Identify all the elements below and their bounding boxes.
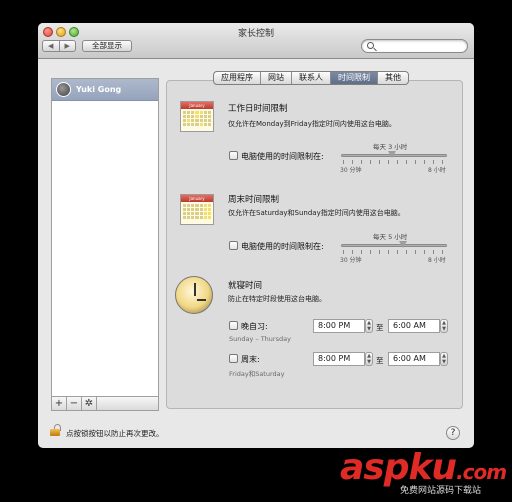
school-nights-days: Sunday – Thursday (229, 335, 291, 343)
weekend-bedtime-to-label: 至 (376, 356, 384, 365)
add-user-button[interactable]: + (52, 397, 67, 410)
school-nights-checkbox[interactable] (229, 321, 238, 330)
tab-bar: 应用程序 网站 联系人 时间限制 其他 (213, 71, 409, 85)
search-input[interactable] (361, 39, 468, 53)
watermark-logo: aspku.com (340, 447, 507, 488)
weekend-slider-value: 每天 5 小时 (373, 233, 408, 241)
gear-icon[interactable]: ✲ (82, 397, 97, 410)
user-list[interactable]: Yuki Gong (51, 78, 159, 411)
weekend-bedtime-start-time[interactable]: 8:00 PM (313, 352, 365, 366)
user-name: Yuki Gong (76, 85, 122, 94)
weekend-bedtime-start-stepper[interactable]: ▲ ▼ (365, 352, 373, 366)
calendar-month: January (181, 195, 213, 202)
window-title: 家长控制 (237, 29, 274, 39)
clock-icon (175, 276, 213, 314)
weekend-slider[interactable] (341, 244, 447, 247)
weekday-limit-label: 电脑使用的时间限制在: (241, 152, 324, 161)
help-button[interactable]: ? (446, 426, 460, 440)
tab-contacts[interactable]: 联系人 (292, 72, 331, 84)
weekend-description: 仅允许在Saturday和Sunday指定时间内使用这台电脑。 (228, 209, 405, 217)
back-forward-control: ◀ ▶ (42, 40, 76, 52)
back-button[interactable]: ◀ (43, 41, 60, 51)
weekday-slider-max: 8 小时 (428, 167, 446, 174)
user-list-toolbar: + − ✲ (51, 396, 159, 411)
weekend-bedtime-days: Friday和Saturday (229, 370, 285, 378)
lock-hint: 点按锁按钮以防止再次更改。 (66, 429, 164, 438)
avatar (56, 82, 71, 97)
school-nights-start-time[interactable]: 8:00 PM (313, 319, 365, 333)
weekend-limit-label: 电脑使用的时间限制在: (241, 242, 324, 251)
weekend-bedtime-end-stepper[interactable]: ▲ ▼ (440, 352, 448, 366)
weekend-bedtime-label: 周末: (241, 355, 260, 364)
school-nights-to-label: 至 (376, 323, 384, 332)
bedtime-title: 就寝时间 (228, 281, 263, 291)
weekend-slider-ticks (343, 250, 445, 254)
watermark-subtitle: 免费网站源码下载站 (400, 486, 482, 496)
school-nights-label: 晚自习: (241, 322, 268, 331)
remove-user-button[interactable]: − (67, 397, 82, 410)
weekend-slider-min: 30 分钟 (340, 257, 362, 264)
calendar-icon: January (180, 194, 214, 225)
tab-websites[interactable]: 网站 (261, 72, 292, 84)
bedtime-description: 防止在特定时段使用这台电脑。 (228, 295, 326, 303)
weekday-limit-checkbox[interactable] (229, 151, 238, 160)
weekend-slider-thumb[interactable] (399, 241, 407, 248)
weekend-slider-max: 8 小时 (428, 257, 446, 264)
weekday-slider-ticks (343, 160, 445, 164)
show-all-button[interactable]: 全部显示 (82, 40, 132, 52)
weekend-limit-checkbox[interactable] (229, 241, 238, 250)
school-nights-end-stepper[interactable]: ▲ ▼ (440, 319, 448, 333)
user-list-item[interactable]: Yuki Gong (52, 79, 158, 101)
titlebar: 家长控制 ◀ ▶ 全部显示 (38, 23, 474, 59)
forward-button[interactable]: ▶ (60, 41, 76, 51)
weekday-slider-value: 每天 3 小时 (373, 143, 408, 151)
calendar-icon: January (180, 101, 214, 132)
search-icon (367, 42, 374, 49)
weekend-title: 周末时间限制 (228, 195, 280, 205)
weekend-bedtime-end-time[interactable]: 6:00 AM (388, 352, 440, 366)
school-nights-start-stepper[interactable]: ▲ ▼ (365, 319, 373, 333)
weekday-slider-min: 30 分钟 (340, 167, 362, 174)
weekend-bedtime-checkbox[interactable] (229, 354, 238, 363)
tab-time-limits[interactable]: 时间限制 (331, 72, 378, 84)
school-nights-end-time[interactable]: 6:00 AM (388, 319, 440, 333)
weekday-title: 工作日时间限制 (228, 104, 288, 114)
tab-applications[interactable]: 应用程序 (214, 72, 261, 84)
lock-icon[interactable] (49, 424, 61, 436)
tab-other[interactable]: 其他 (378, 72, 408, 84)
preferences-window: 家长控制 ◀ ▶ 全部显示 Yuki Gong + − ✲ 应用程序 网站 联系… (38, 23, 474, 448)
weekday-slider-thumb[interactable] (388, 151, 396, 158)
weekday-description: 仅允许在Monday到Friday指定时间内使用这台电脑。 (228, 120, 396, 128)
calendar-month: January (181, 102, 213, 109)
